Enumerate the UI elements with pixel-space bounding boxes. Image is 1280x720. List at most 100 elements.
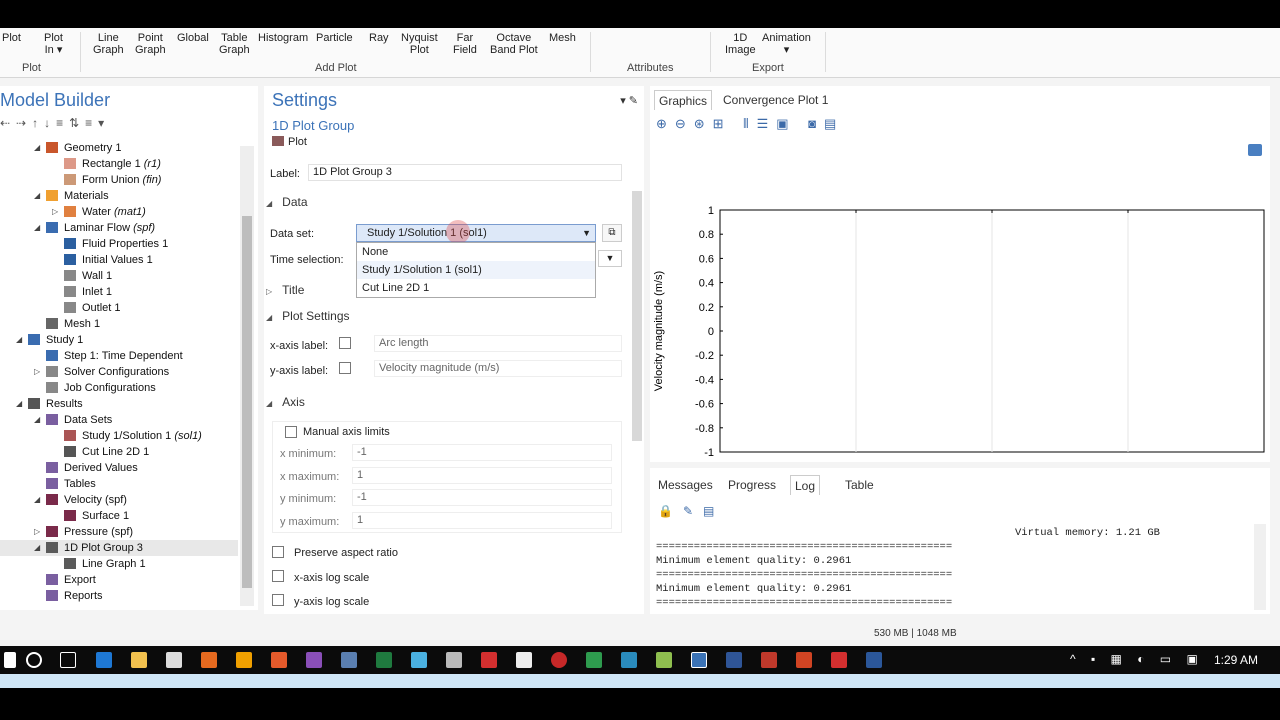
ymin-field[interactable]: -1 bbox=[352, 489, 612, 506]
tree-item[interactable]: Line Graph 1 bbox=[0, 556, 238, 572]
data-section[interactable]: ◢ Data bbox=[266, 192, 308, 212]
expanded-arrow-icon[interactable]: ◢ bbox=[34, 220, 40, 236]
comsol-icon[interactable] bbox=[691, 652, 707, 668]
excel-icon[interactable] bbox=[376, 652, 392, 668]
task-view-icon[interactable] bbox=[60, 652, 76, 668]
tree-item[interactable]: ◢ Geometry 1 bbox=[0, 140, 238, 156]
tab-log[interactable]: Log bbox=[790, 475, 821, 495]
app-icon[interactable] bbox=[411, 652, 427, 668]
tab-graphics[interactable]: Graphics bbox=[654, 90, 713, 110]
tab-table[interactable]: Table bbox=[845, 475, 874, 495]
far-field-button[interactable]: Far Field bbox=[453, 32, 477, 56]
tree-item[interactable]: ◢ Velocity (spf) bbox=[0, 492, 238, 508]
expanded-arrow-icon[interactable]: ◢ bbox=[34, 188, 40, 204]
tree-item[interactable]: Fluid Properties 1 bbox=[0, 236, 238, 252]
tree-item[interactable]: ◢ Results bbox=[0, 396, 238, 412]
tree-item[interactable]: Job Configurations bbox=[0, 380, 238, 396]
app-icon[interactable] bbox=[341, 652, 357, 668]
pdf-icon[interactable] bbox=[481, 652, 497, 668]
collapsed-arrow-icon[interactable]: ▷ bbox=[34, 524, 40, 540]
file-explorer-icon[interactable] bbox=[131, 652, 147, 668]
1d-image-button[interactable]: 1D Image bbox=[725, 32, 756, 56]
app-icon[interactable] bbox=[306, 652, 322, 668]
tree-item[interactable]: Export bbox=[0, 572, 238, 588]
graphics-scene-icon[interactable] bbox=[1248, 144, 1262, 156]
dataset-option[interactable]: Study 1/Solution 1 (sol1) bbox=[357, 261, 595, 279]
log-scrollbar[interactable] bbox=[1254, 524, 1266, 610]
app-icon[interactable] bbox=[271, 652, 287, 668]
ymax-field[interactable]: 1 bbox=[352, 512, 612, 529]
animation-button[interactable]: Animation ▾ bbox=[762, 32, 811, 56]
powerpoint-icon[interactable] bbox=[796, 652, 812, 668]
time-selection-select[interactable]: ▼ bbox=[598, 250, 622, 267]
tree-item[interactable]: ◢ Data Sets bbox=[0, 412, 238, 428]
xmin-field[interactable]: -1 bbox=[352, 444, 612, 461]
edge-icon[interactable] bbox=[96, 652, 112, 668]
tree-item[interactable]: Inlet 1 bbox=[0, 284, 238, 300]
tab-convergence-plot[interactable]: Convergence Plot 1 bbox=[723, 90, 828, 110]
tree-item[interactable]: ▷ Water (mat1) bbox=[0, 204, 238, 220]
point-graph-button[interactable]: Point Graph bbox=[135, 32, 166, 56]
yaxis-label-field[interactable]: Velocity magnitude (m/s) bbox=[374, 360, 622, 377]
tree-item[interactable]: Study 1/Solution 1 (sol1) bbox=[0, 428, 238, 444]
axis-section[interactable]: ◢ Axis bbox=[266, 392, 305, 412]
yaxis-checkbox[interactable] bbox=[339, 362, 351, 374]
xaxis-checkbox[interactable] bbox=[339, 337, 351, 349]
model-builder-toolbar[interactable]: ⇠⇢↑↓≡⇅≡▾ bbox=[0, 116, 200, 132]
tree-item[interactable]: ◢ Laminar Flow (spf) bbox=[0, 220, 238, 236]
xmax-field[interactable]: 1 bbox=[352, 467, 612, 484]
graphics-toolbar[interactable]: ⊕⊖⊛⊞ ⫴☰▣ ◙▤ bbox=[656, 116, 844, 132]
dataset-option[interactable]: Cut Line 2D 1 bbox=[357, 279, 595, 297]
plot-settings-section[interactable]: ◢ Plot Settings bbox=[266, 306, 350, 326]
ray-button[interactable]: Ray bbox=[369, 32, 389, 44]
tree-item[interactable]: Surface 1 bbox=[0, 508, 238, 524]
vlc-icon[interactable] bbox=[236, 652, 252, 668]
tree-item[interactable]: ◢ 1D Plot Group 3 bbox=[0, 540, 238, 556]
app-icon[interactable] bbox=[586, 652, 602, 668]
tree-item[interactable]: Wall 1 bbox=[0, 268, 238, 284]
collapsed-arrow-icon[interactable]: ▷ bbox=[52, 204, 58, 220]
tree-item[interactable]: Reports bbox=[0, 588, 238, 604]
word-icon[interactable] bbox=[866, 652, 882, 668]
dataset-option[interactable]: None bbox=[357, 243, 595, 261]
app-icon[interactable] bbox=[446, 652, 462, 668]
system-tray-icons[interactable]: ^ ▪ ▦ ◐ ▭ ▣ bbox=[1070, 652, 1204, 666]
nyquist-plot-button[interactable]: Nyquist Plot bbox=[401, 32, 438, 56]
table-graph-button[interactable]: Table Graph bbox=[219, 32, 250, 56]
expanded-arrow-icon[interactable]: ◢ bbox=[34, 540, 40, 556]
record-icon[interactable] bbox=[551, 652, 567, 668]
collapsed-arrow-icon[interactable]: ▷ bbox=[34, 364, 40, 380]
plot-button[interactable]: Plot bbox=[2, 32, 21, 44]
tree-item[interactable]: Rectangle 1 (r1) bbox=[0, 156, 238, 172]
tree-item[interactable]: ▷ Solver Configurations bbox=[0, 364, 238, 380]
app-icon[interactable] bbox=[831, 652, 847, 668]
expanded-arrow-icon[interactable]: ◢ bbox=[34, 412, 40, 428]
tree-item[interactable]: Tables bbox=[0, 476, 238, 492]
tree-item[interactable]: ▷ Pressure (spf) bbox=[0, 524, 238, 540]
app-icon[interactable] bbox=[656, 652, 672, 668]
plot-in-button[interactable]: Plot In ▾ bbox=[44, 32, 63, 56]
dataset-goto-icon[interactable]: ⧉ bbox=[602, 224, 622, 242]
tree-item[interactable]: Derived Values bbox=[0, 460, 238, 476]
expanded-arrow-icon[interactable]: ◢ bbox=[16, 396, 22, 412]
app-icon[interactable] bbox=[761, 652, 777, 668]
tree-item[interactable]: Mesh 1 bbox=[0, 316, 238, 332]
search-icon[interactable] bbox=[26, 652, 42, 668]
global-button[interactable]: Global bbox=[177, 32, 209, 44]
tree-scrollbar[interactable] bbox=[240, 146, 254, 606]
horizontal-scrollbar[interactable] bbox=[0, 674, 1280, 688]
firefox-icon[interactable] bbox=[201, 652, 217, 668]
dataset-select[interactable]: Study 1/Solution 1 (sol1) ▼ bbox=[356, 224, 596, 242]
app-icon[interactable] bbox=[621, 652, 637, 668]
tab-messages[interactable]: Messages bbox=[658, 475, 713, 495]
app-icon[interactable] bbox=[726, 652, 742, 668]
expanded-arrow-icon[interactable]: ◢ bbox=[16, 332, 22, 348]
pin-icon[interactable]: ▾ ✎ bbox=[620, 94, 638, 107]
tree-item[interactable]: ◢ Study 1 bbox=[0, 332, 238, 348]
expanded-arrow-icon[interactable]: ◢ bbox=[34, 140, 40, 156]
plot-action[interactable]: Plot bbox=[272, 136, 307, 148]
expanded-arrow-icon[interactable]: ◢ bbox=[34, 492, 40, 508]
tree-item[interactable]: Step 1: Time Dependent bbox=[0, 348, 238, 364]
preserve-aspect-checkbox[interactable] bbox=[272, 546, 284, 558]
tab-progress[interactable]: Progress bbox=[728, 475, 776, 495]
